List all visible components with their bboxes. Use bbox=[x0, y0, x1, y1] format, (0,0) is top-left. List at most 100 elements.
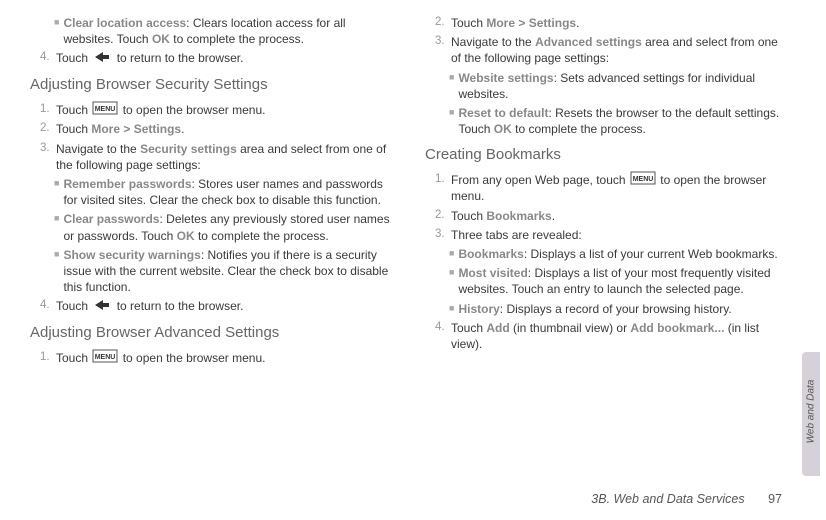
text: Touch bbox=[56, 122, 91, 136]
step-num: 3. bbox=[40, 141, 56, 173]
svg-text:MENU: MENU bbox=[633, 176, 654, 183]
step-num: 4. bbox=[435, 320, 451, 352]
step-body: Navigate to the Advanced settings area a… bbox=[451, 34, 790, 66]
step-num: 4. bbox=[40, 50, 56, 67]
text: Touch bbox=[451, 16, 486, 30]
right-column: 2. Touch More > Settings. 3. Navigate to… bbox=[425, 12, 790, 472]
text: From any open Web page, touch bbox=[451, 173, 629, 187]
bm-step1: 1. From any open Web page, touch MENU to… bbox=[435, 172, 790, 205]
label: Website settings bbox=[458, 71, 553, 85]
menu-icon: MENU bbox=[93, 350, 117, 366]
back-icon bbox=[93, 51, 111, 67]
svg-text:MENU: MENU bbox=[95, 354, 116, 361]
text: Touch bbox=[56, 351, 91, 365]
bullet-history: ■ History: Displays a record of your bro… bbox=[449, 301, 790, 317]
back-icon bbox=[93, 299, 111, 315]
adv-step2: 2. Touch More > Settings. bbox=[435, 15, 790, 31]
bullet-icon: ■ bbox=[449, 246, 454, 262]
bullet-icon: ■ bbox=[449, 301, 454, 317]
bullet-icon: ■ bbox=[54, 247, 59, 296]
step-body: Navigate to the Security settings area a… bbox=[56, 141, 395, 173]
bullet-clear-location: ■ Clear location access: Clears location… bbox=[54, 15, 395, 47]
more-label: More bbox=[486, 16, 515, 30]
text2: to complete the process. bbox=[170, 32, 304, 46]
ok-label: OK bbox=[152, 32, 170, 46]
sec-step2: 2. Touch More > Settings. bbox=[40, 121, 395, 137]
bullet-body: Remember passwords: Stores user names an… bbox=[63, 176, 395, 208]
bullet-icon: ■ bbox=[449, 70, 454, 102]
heading-advanced: Adjusting Browser Advanced Settings bbox=[30, 323, 395, 343]
step-body: Touch More > Settings. bbox=[451, 15, 790, 31]
bullet-reset-default: ■ Reset to default: Resets the browser t… bbox=[449, 105, 790, 137]
label: Show security warnings bbox=[63, 248, 200, 262]
heading-bookmarks: Creating Bookmarks bbox=[425, 145, 790, 165]
bullet-body: Reset to default: Resets the browser to … bbox=[458, 105, 790, 137]
bullet-website-settings: ■ Website settings: Sets advanced settin… bbox=[449, 70, 790, 102]
label: Clear location access bbox=[63, 16, 186, 30]
add-bookmark-label: Add bookmark... bbox=[630, 321, 724, 335]
text: Three tabs are revealed: bbox=[451, 228, 582, 242]
label: Remember passwords bbox=[63, 177, 191, 191]
text: Touch bbox=[56, 51, 91, 65]
svg-text:MENU: MENU bbox=[95, 106, 116, 113]
bullet-body: Clear location access: Clears location a… bbox=[63, 15, 395, 47]
label: Most visited bbox=[458, 266, 527, 280]
left-column: ■ Clear location access: Clears location… bbox=[30, 12, 395, 472]
bullet-body: Most visited: Displays a list of your mo… bbox=[458, 265, 790, 297]
text: Touch bbox=[451, 209, 486, 223]
menu-icon: MENU bbox=[93, 102, 117, 118]
step-num: 1. bbox=[40, 102, 56, 119]
sec-step1: 1. Touch MENU to open the browser menu. bbox=[40, 102, 395, 119]
gt-icon: > bbox=[518, 16, 528, 30]
text: : Displays a record of your browsing his… bbox=[500, 302, 732, 316]
side-tab-label: Web and Data bbox=[806, 373, 817, 451]
label: Bookmarks bbox=[458, 247, 523, 261]
dot: . bbox=[181, 122, 184, 136]
step-body: From any open Web page, touch MENU to op… bbox=[451, 172, 790, 205]
bm-step4: 4. Touch Add (in thumbnail view) or Add … bbox=[435, 320, 790, 352]
step-body: Touch Add (in thumbnail view) or Add boo… bbox=[451, 320, 790, 352]
gt-icon: > bbox=[123, 122, 133, 136]
bullet-icon: ■ bbox=[54, 211, 59, 243]
step-num: 3. bbox=[435, 34, 451, 66]
text: Navigate to the bbox=[56, 142, 140, 156]
text2: to return to the browser. bbox=[117, 299, 244, 313]
step-num: 3. bbox=[435, 227, 451, 243]
bullet-bookmarks-tab: ■ Bookmarks: Displays a list of your cur… bbox=[449, 246, 790, 262]
menu-icon: MENU bbox=[631, 172, 655, 188]
step-body: Touch MENU to open the browser menu. bbox=[56, 102, 395, 119]
text: Touch bbox=[451, 321, 486, 335]
adv-step3: 3. Navigate to the Advanced settings are… bbox=[435, 34, 790, 66]
bullet-icon: ■ bbox=[449, 265, 454, 297]
text: Touch bbox=[56, 103, 91, 117]
bullet-icon: ■ bbox=[54, 176, 59, 208]
bullet-remember-passwords: ■ Remember passwords: Stores user names … bbox=[54, 176, 395, 208]
text: Touch bbox=[56, 299, 91, 313]
step-num: 1. bbox=[435, 172, 451, 205]
bullet-most-visited: ■ Most visited: Displays a list of your … bbox=[449, 265, 790, 297]
settings-label: Settings bbox=[134, 122, 181, 136]
label: Clear passwords bbox=[63, 212, 159, 226]
ok-label: OK bbox=[177, 229, 195, 243]
more-label: More bbox=[91, 122, 120, 136]
bullet-icon: ■ bbox=[449, 105, 454, 137]
side-tab: Web and Data bbox=[802, 352, 820, 476]
text2: to open the browser menu. bbox=[123, 351, 266, 365]
bullet-body: Clear passwords: Deletes any previously … bbox=[63, 211, 395, 243]
bookmarks-label: Bookmarks bbox=[486, 209, 551, 223]
text2: to complete the process. bbox=[195, 229, 329, 243]
bullet-body: Website settings: Sets advanced settings… bbox=[458, 70, 790, 102]
bullet-body: Bookmarks: Displays a list of your curre… bbox=[458, 246, 790, 262]
mid: (in thumbnail view) or bbox=[510, 321, 631, 335]
bullet-body: Show security warnings: Notifies you if … bbox=[63, 247, 395, 296]
bullet-clear-passwords: ■ Clear passwords: Deletes any previousl… bbox=[54, 211, 395, 243]
bullet-icon: ■ bbox=[54, 15, 59, 47]
step-body: Three tabs are revealed: bbox=[451, 227, 790, 243]
bm-step2: 2. Touch Bookmarks. bbox=[435, 208, 790, 224]
section-title: 3B. Web and Data Services bbox=[591, 492, 744, 506]
step-body: Touch to return to the browser. bbox=[56, 50, 395, 67]
label: Reset to default bbox=[458, 106, 548, 120]
step-num: 1. bbox=[40, 350, 56, 367]
text: : Displays a list of your current Web bo… bbox=[524, 247, 778, 261]
page-columns: ■ Clear location access: Clears location… bbox=[0, 0, 826, 472]
